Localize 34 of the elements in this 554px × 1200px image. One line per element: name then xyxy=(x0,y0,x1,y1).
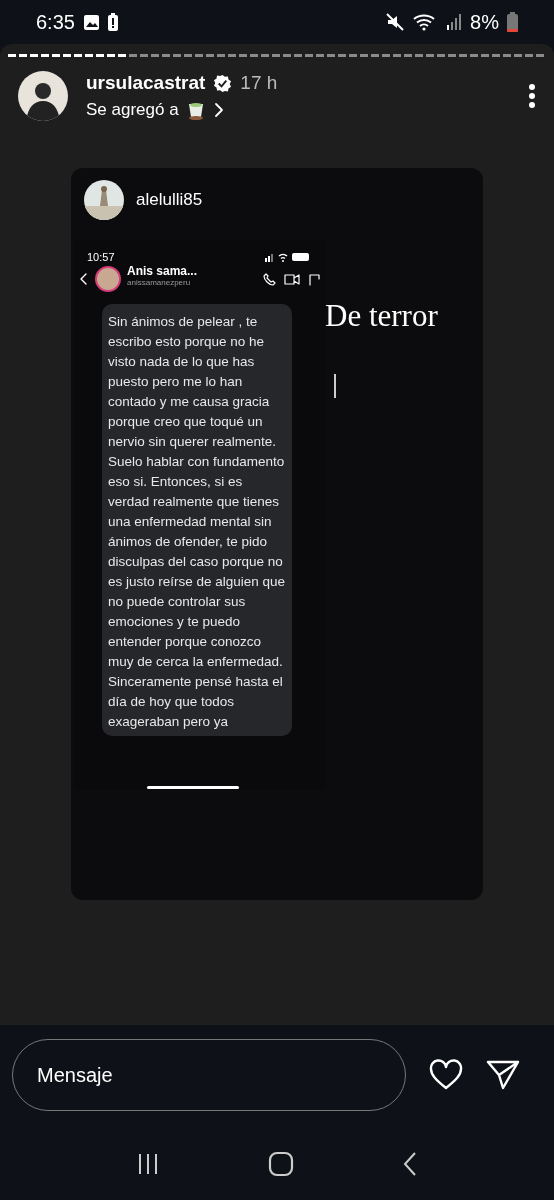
post-time: 17 h xyxy=(240,72,278,94)
battery-icon xyxy=(507,12,518,32)
cup-icon xyxy=(186,100,205,120)
contact-name: Anis sama... xyxy=(127,264,198,278)
avatar xyxy=(84,180,124,220)
image-icon xyxy=(82,13,100,31)
clock: 6:35 xyxy=(36,10,75,34)
signal-icon xyxy=(446,13,463,31)
message-text: Sin ánimos de pelear , te escribo esto porque no he visto nada de lo que has puesto pero me lo han contado y me causa gracia porque creo que toqué un nervio sin querer realmente. Suelo hablar con fundamento eso si. Entonces, si es verdad realmente que tienes una enfermedad mental sin ánimos de ofender, te pido disculpas del caso porque no es justo reírse de alguien que no puede controlar sus emociones y te puedo entender porque conozco muy de cerca la enfermedad. xyxy=(108,313,286,671)
avatar xyxy=(18,71,68,121)
username[interactable]: ursulacastrat xyxy=(86,72,206,94)
flag-icon[interactable] xyxy=(307,272,321,286)
mute-icon xyxy=(386,13,405,31)
video-icon[interactable] xyxy=(283,272,301,286)
battery-percent: 8% xyxy=(470,10,499,34)
text-cursor xyxy=(334,374,336,398)
battery-alert-icon xyxy=(107,13,118,31)
back-icon[interactable] xyxy=(79,272,89,286)
more-options-icon[interactable] xyxy=(528,83,536,109)
contact-avatar xyxy=(95,266,121,292)
phone-clock: 10:57 xyxy=(87,251,115,263)
heart-icon[interactable] xyxy=(428,1059,464,1091)
contact-handle: anissamanezperu xyxy=(127,277,192,287)
recent-apps-icon[interactable] xyxy=(136,1152,160,1176)
added-to-label: Se agregó a xyxy=(86,100,179,120)
message-field[interactable]: Mensaje xyxy=(12,1039,406,1111)
shared-username[interactable]: alelulli85 xyxy=(136,190,203,210)
message-text: Sinceramente pensé hasta el día de hoy que todos exageraban pero ya xyxy=(108,673,284,731)
phone-icon[interactable] xyxy=(263,272,277,286)
send-icon[interactable] xyxy=(486,1059,520,1091)
home-icon[interactable] xyxy=(268,1151,294,1177)
story-caption: De terror xyxy=(325,298,438,334)
chevron-right-icon[interactable] xyxy=(212,102,225,118)
back-icon[interactable] xyxy=(402,1151,418,1177)
